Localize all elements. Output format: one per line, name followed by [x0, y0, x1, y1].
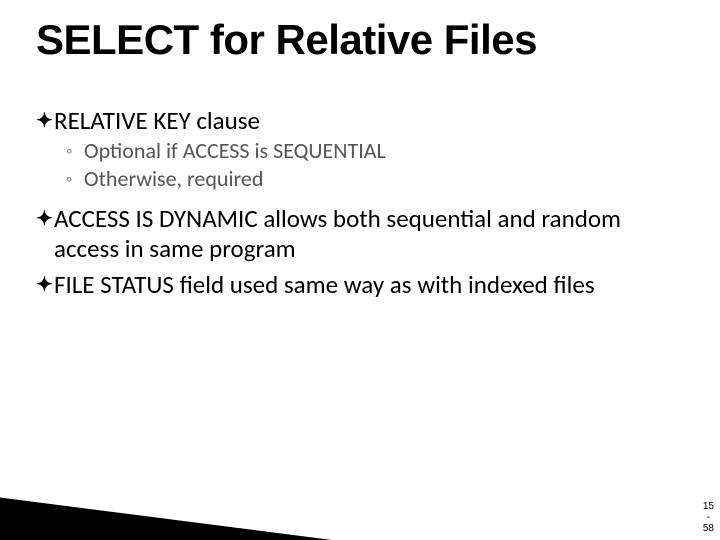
sub-bullet-item: ◦ Otherwise, required — [66, 166, 686, 192]
bullet-item: ✦ FILE STATUS field used same way as wit… — [36, 270, 686, 300]
bullet-item: ✦ ACCESS IS DYNAMIC allows both sequenti… — [36, 204, 686, 264]
page-number-c: 58 — [703, 523, 714, 534]
slide-title: SELECT for Relative Files — [36, 16, 537, 64]
sub-bullet-item: ◦ Optional if ACCESS is SEQUENTIAL — [66, 138, 686, 164]
sub-bullet-text: Otherwise, required — [84, 166, 263, 192]
slide: SELECT for Relative Files ✦ RELATIVE KEY… — [0, 0, 720, 540]
bullet-text: RELATIVE KEY clause — [54, 106, 260, 136]
bullet-icon: ✦ — [36, 204, 54, 234]
slide-content: ✦ RELATIVE KEY clause ◦ Optional if ACCE… — [36, 100, 686, 300]
sub-bullet-icon: ◦ — [66, 166, 84, 192]
page-number: 15 - 58 — [703, 501, 714, 534]
bullet-item: ✦ RELATIVE KEY clause — [36, 106, 686, 136]
sub-bullet-text: Optional if ACCESS is SEQUENTIAL — [84, 138, 386, 164]
decorative-wedge — [0, 495, 410, 540]
bullet-text: ACCESS IS DYNAMIC allows both sequential… — [54, 204, 686, 264]
page-number-a: 15 — [703, 501, 714, 512]
bullet-icon: ✦ — [36, 270, 54, 300]
bullet-icon: ✦ — [36, 106, 54, 136]
page-number-b: - — [703, 512, 714, 523]
sub-bullet-icon: ◦ — [66, 138, 84, 164]
bullet-text: FILE STATUS field used same way as with … — [54, 270, 595, 300]
